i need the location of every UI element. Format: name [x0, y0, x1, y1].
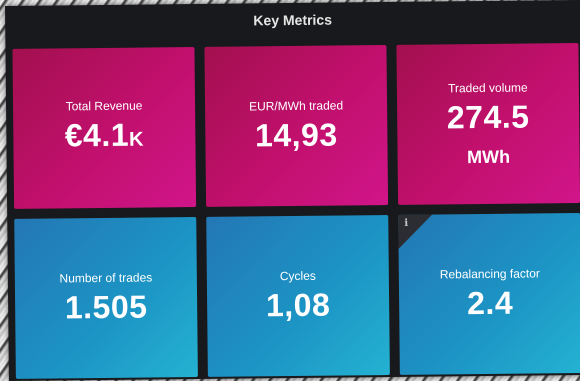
cycles-tile[interactable]: Cycles 1,08: [206, 214, 390, 377]
tile-value: 1,08: [265, 286, 331, 324]
key-metrics-panel: Key Metrics Total Revenue €4.1K EUR/MWh …: [5, 0, 580, 381]
rebalancing-factor-tile[interactable]: i Rebalancing factor 2.4: [398, 212, 580, 375]
tile-unit: MWh: [466, 146, 511, 167]
tile-value-suffix: K: [128, 128, 145, 151]
number-of-trades-tile[interactable]: Number of trades 1.505: [14, 217, 198, 379]
panel-title[interactable]: Key Metrics: [5, 0, 580, 40]
tile-label: Traded volume: [448, 80, 528, 95]
eur-per-mwh-tile[interactable]: EUR/MWh traded 14,93: [204, 45, 389, 207]
tile-value: 1.505: [64, 288, 148, 326]
total-revenue-tile[interactable]: Total Revenue €4.1K: [12, 47, 197, 209]
tile-value: 2.4: [466, 284, 514, 322]
info-icon[interactable]: i: [404, 218, 408, 229]
tile-value: €4.1K: [65, 116, 145, 158]
tile-label: Number of trades: [59, 270, 153, 286]
tile-label: Cycles: [279, 268, 316, 284]
tile-value-number: €4.1: [64, 116, 130, 153]
tile-label: Rebalancing factor: [439, 266, 540, 282]
tile-value: 274.5: [446, 98, 530, 135]
traded-volume-tile[interactable]: Traded volume 274.5 MWh: [396, 42, 580, 205]
tile-label: EUR/MWh traded: [248, 98, 344, 114]
tile-value: 14,93: [254, 116, 338, 154]
tile-label: Total Revenue: [65, 98, 143, 113]
